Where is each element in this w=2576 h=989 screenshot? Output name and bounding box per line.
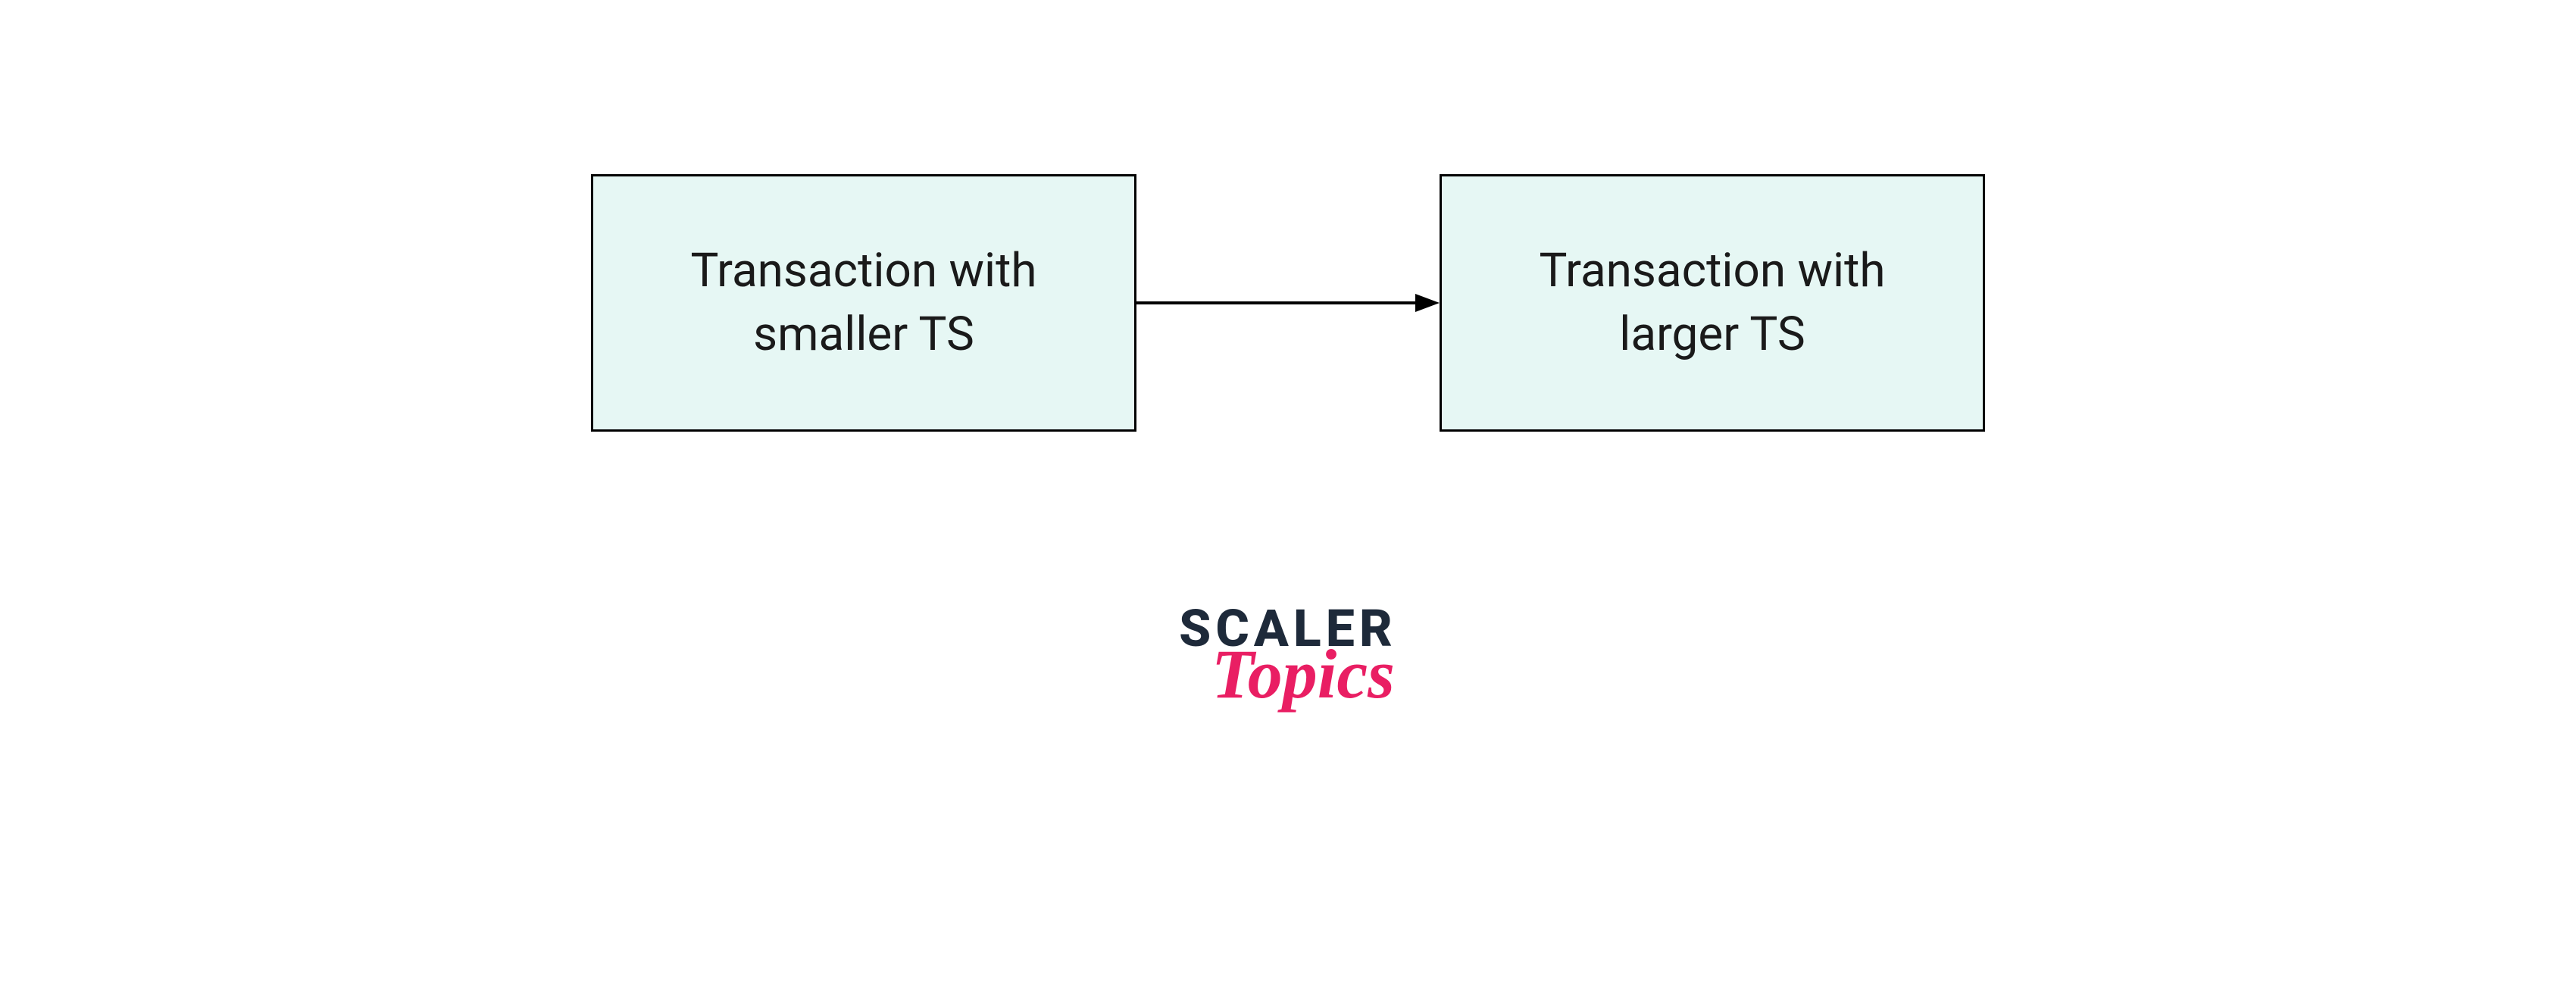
right-box-line1: Transaction with <box>1539 243 1885 298</box>
left-box-text: Transaction with smaller TS <box>690 239 1036 366</box>
right-transaction-box: Transaction with larger TS <box>1440 174 1985 432</box>
left-transaction-box: Transaction with smaller TS <box>591 174 1136 432</box>
diagram-container: Transaction with smaller TS Transaction … <box>591 174 1985 432</box>
left-box-line1: Transaction with <box>690 243 1036 298</box>
arrow-right-icon <box>1136 288 1440 318</box>
right-box-line2: larger TS <box>1619 307 1805 362</box>
right-box-text: Transaction with larger TS <box>1539 239 1885 366</box>
logo-container: SCALER Topics <box>1179 598 1397 709</box>
arrow-container <box>1136 288 1440 318</box>
left-box-line2: smaller TS <box>753 307 974 362</box>
logo-secondary-text: Topics <box>1211 639 1395 709</box>
